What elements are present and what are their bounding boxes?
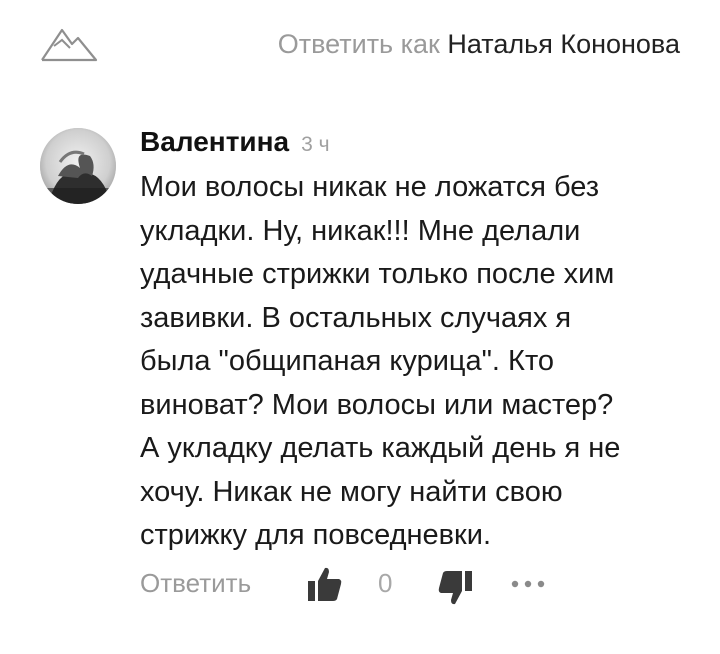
- comment-time: 3 ч: [301, 133, 330, 156]
- comment-text-line: виноват? Мои волосы или мастер?: [140, 388, 614, 421]
- avatar-image: [40, 128, 116, 204]
- comment-text: Мои волосы никак не ложатся без укладки.…: [140, 166, 685, 558]
- comment-actions: Ответить 0: [140, 560, 660, 610]
- avatar[interactable]: [40, 128, 116, 204]
- current-user-name[interactable]: Наталья Кононова: [447, 29, 680, 59]
- comment-body: Валентина 3 ч Мои волосы никак не ложатся…: [140, 122, 700, 558]
- reply-as-prefix: Ответить как: [277, 29, 440, 59]
- author-name[interactable]: Валентина: [140, 126, 289, 157]
- comment-text-line: завивки. В остальных случаях я: [140, 301, 572, 334]
- comment-text-line: укладки. Ну, никак!!! Мне делали: [140, 214, 581, 247]
- comment-text-line: хочу. Никак не могу найти свою: [140, 475, 563, 508]
- mountain-logo-icon[interactable]: [40, 22, 98, 64]
- thumbs-down-icon[interactable]: [435, 568, 475, 608]
- more-dots-icon[interactable]: [508, 574, 548, 594]
- reply-as-user[interactable]: Ответить как Наталья Кононова: [278, 26, 680, 62]
- reply-button[interactable]: Ответить: [140, 568, 251, 599]
- comment-text-line: удачные стрижки только после хим: [140, 258, 615, 290]
- comment-text-line: Мои волосы никак не ложатся без: [140, 171, 600, 203]
- comment-text-line: А укладку делать каждый день я не: [140, 432, 621, 464]
- comment-text-line: была "общипаная курица". Кто: [140, 345, 555, 377]
- comment-header: Валентина 3 ч: [140, 122, 700, 162]
- thumbs-up-icon[interactable]: [305, 564, 345, 604]
- header-bar: Ответить как Наталья Кононова: [0, 0, 720, 90]
- like-count: 0: [378, 568, 393, 598]
- comment-text-line: стрижку для повседневки.: [140, 519, 492, 551]
